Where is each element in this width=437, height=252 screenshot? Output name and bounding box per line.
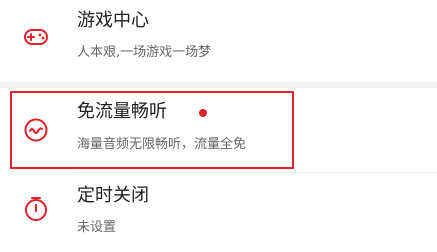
gamepad-icon bbox=[22, 23, 50, 51]
timer-icon bbox=[22, 195, 50, 223]
menu-item-subtitle: 未设置 bbox=[77, 220, 117, 235]
menu-item-title: 游戏中心 bbox=[77, 10, 149, 31]
menu-item-title: 定时关闭 bbox=[77, 185, 149, 206]
highlight-box bbox=[10, 91, 294, 169]
menu-item-game-center[interactable]: 游戏中心 人本艰,一场游戏一场梦 bbox=[0, 0, 437, 82]
menu-item-sleep-timer[interactable]: 定时关闭 未设置 bbox=[0, 173, 437, 252]
menu-item-subtitle: 人本艰,一场游戏一场梦 bbox=[77, 45, 212, 60]
